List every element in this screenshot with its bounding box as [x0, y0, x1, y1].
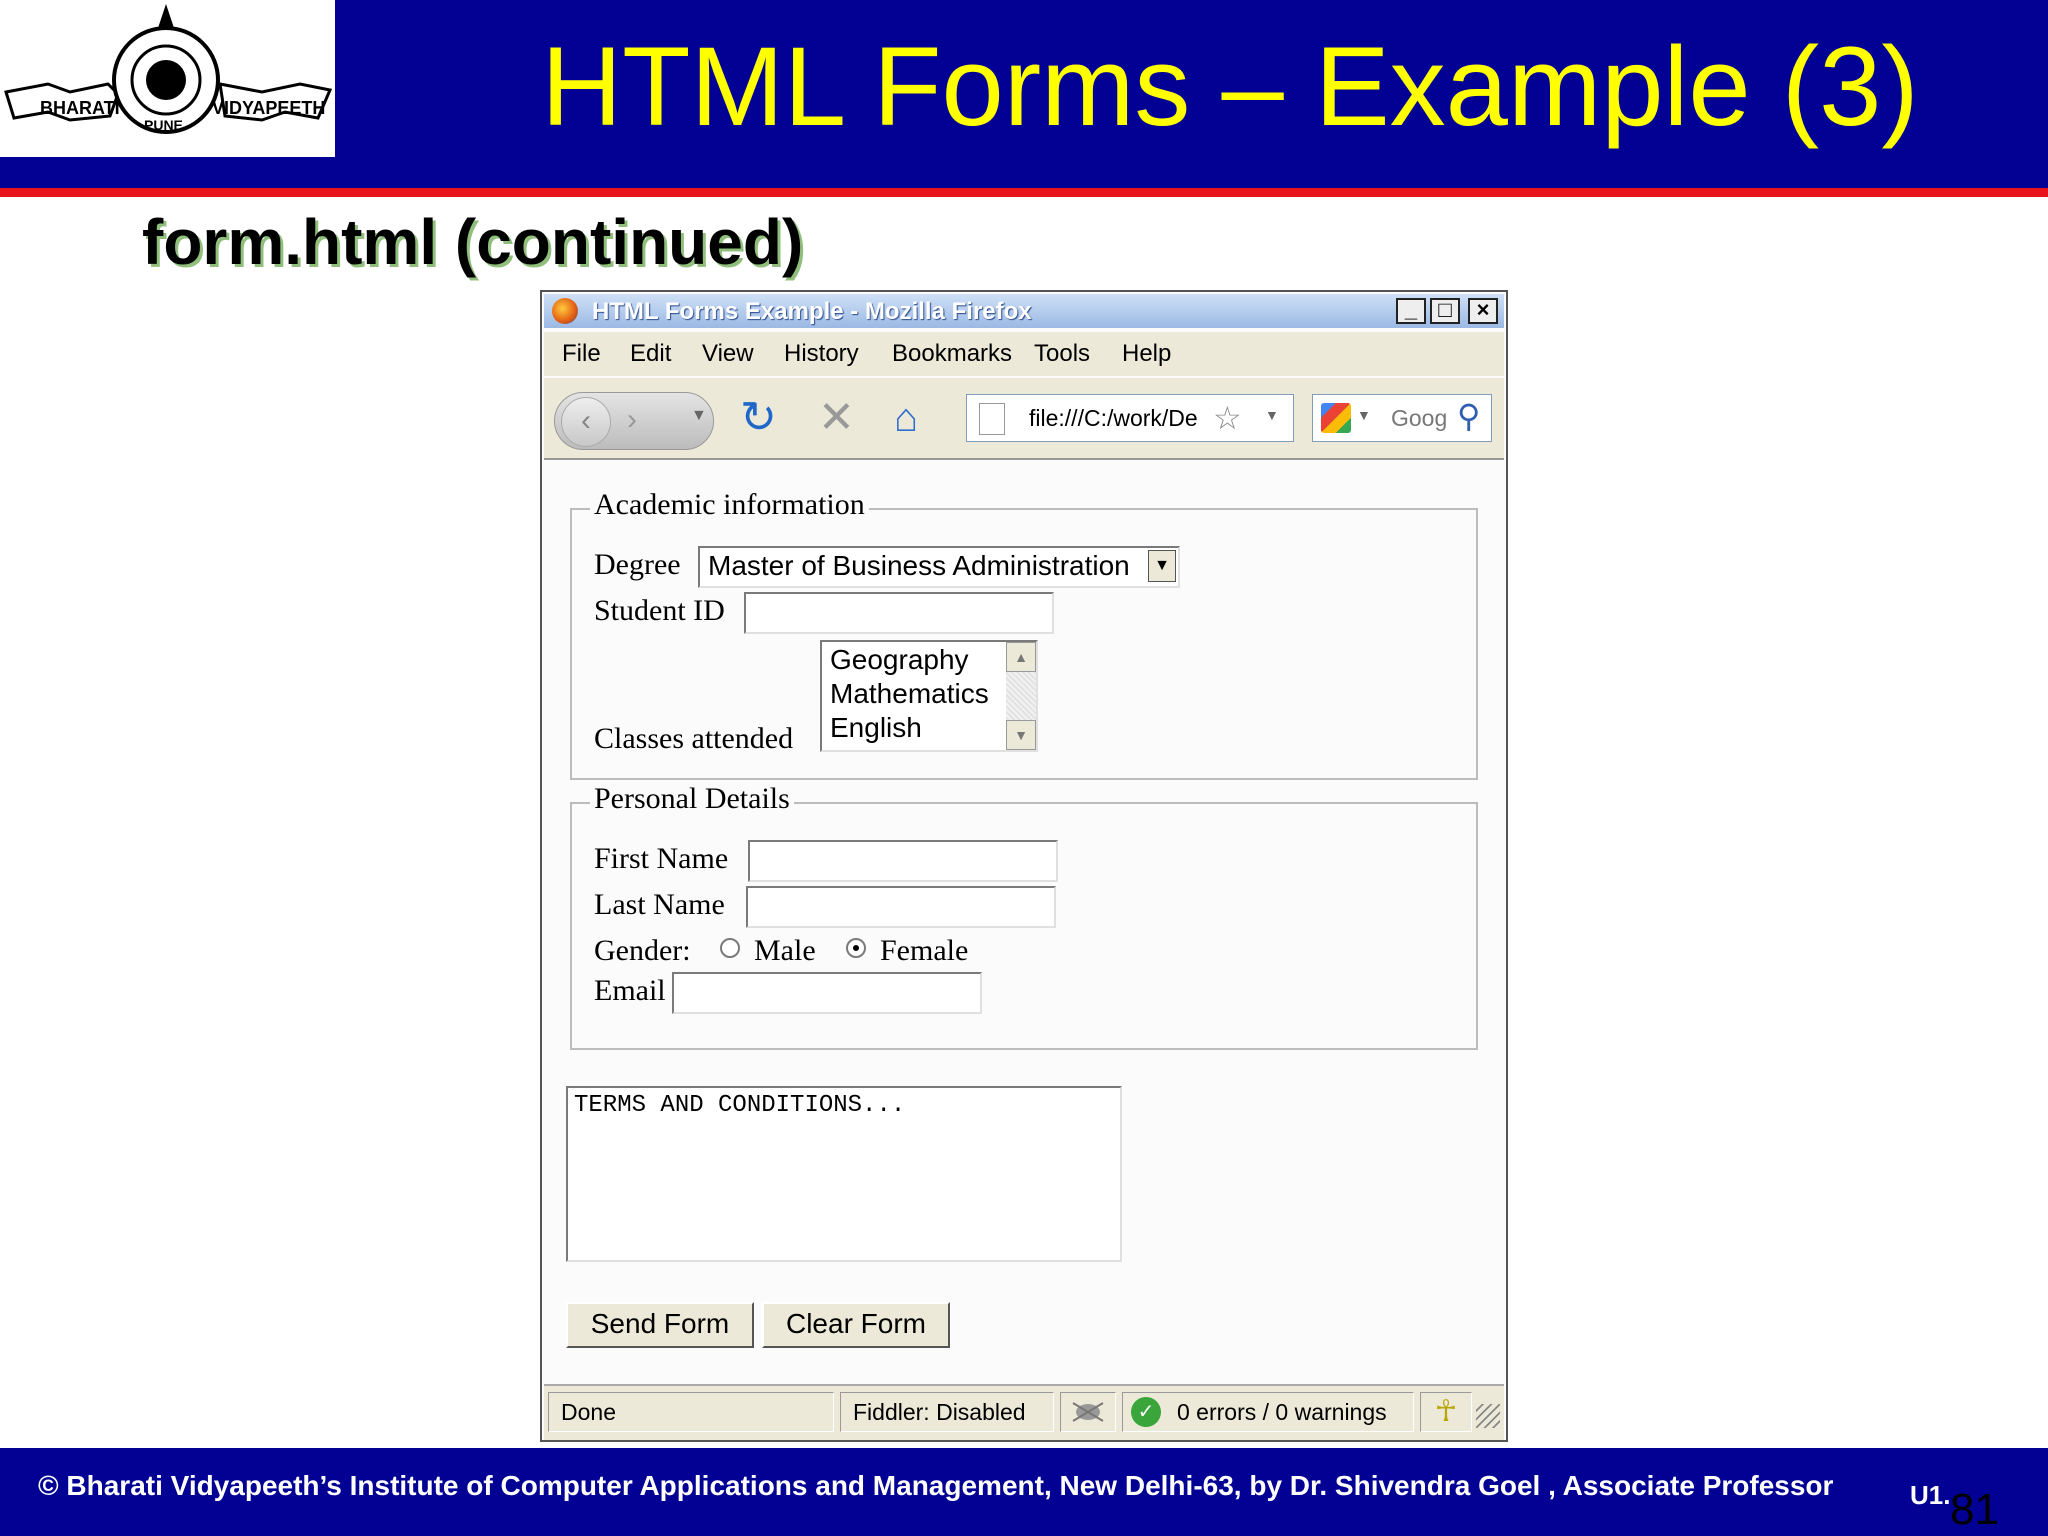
degree-value: Master of Business Administration: [708, 550, 1130, 581]
menu-bar: File Edit View History Bookmarks Tools H…: [544, 332, 1504, 376]
svg-text:VIDYAPEETH: VIDYAPEETH: [212, 98, 325, 118]
personal-legend: Personal Details: [590, 782, 794, 816]
window-titlebar[interactable]: HTML Forms Example - Mozilla Firefox _ □…: [544, 294, 1504, 328]
menu-file[interactable]: File: [562, 340, 601, 368]
slide-footer: © Bharati Vidyapeeth’s Institute of Comp…: [0, 1448, 2048, 1536]
terms-textarea[interactable]: TERMS AND CONDITIONS...: [566, 1086, 1122, 1262]
clear-form-button[interactable]: Clear Form: [762, 1302, 950, 1348]
menu-history[interactable]: History: [784, 340, 859, 368]
gender-label: Gender:: [594, 934, 691, 967]
page-icon: [979, 403, 1005, 435]
email-input[interactable]: [672, 972, 982, 1014]
menu-view[interactable]: View: [702, 340, 754, 368]
forward-arrow-icon[interactable]: ›: [627, 403, 637, 437]
first-name-label: First Name: [594, 842, 729, 875]
status-errors[interactable]: ✓ 0 errors / 0 warnings: [1122, 1392, 1414, 1432]
degree-label: Degree: [594, 548, 681, 581]
menu-help[interactable]: Help: [1122, 340, 1171, 368]
gender-female-label: Female: [880, 934, 969, 967]
address-bar[interactable]: file:///C:/work/De ☆ ▼: [966, 394, 1294, 442]
ankh-icon[interactable]: ☥: [1420, 1392, 1472, 1432]
gender-male-label: Male: [754, 934, 816, 967]
slide-title: HTML Forms – Example (3): [541, 24, 1919, 149]
scroll-down-icon[interactable]: ▼: [1006, 720, 1036, 750]
footer-page-label: U1.: [1910, 1480, 1951, 1510]
home-icon[interactable]: ⌂: [894, 394, 918, 442]
gender-male-radio[interactable]: [720, 938, 740, 958]
menu-tools[interactable]: Tools: [1034, 340, 1090, 368]
back-arrow-icon[interactable]: ‹: [561, 397, 611, 447]
firebug-bug-icon[interactable]: [1060, 1392, 1116, 1432]
list-option[interactable]: English: [830, 712, 922, 744]
maximize-button[interactable]: □: [1430, 298, 1460, 324]
window-title: HTML Forms Example - Mozilla Firefox: [592, 298, 1032, 325]
menu-edit[interactable]: Edit: [630, 340, 671, 368]
svg-text:PUNE: PUNE: [144, 117, 183, 133]
page-content: Academic information Degree Master of Bu…: [544, 460, 1504, 1380]
chevron-down-icon[interactable]: ▼: [1148, 550, 1176, 582]
slide-subtitle: form.html (continued): [142, 206, 804, 278]
svg-text:BHARATI: BHARATI: [40, 98, 120, 118]
browser-window: HTML Forms Example - Mozilla Firefox _ □…: [540, 290, 1508, 1442]
google-icon[interactable]: [1321, 403, 1351, 433]
search-placeholder: Goog: [1391, 405, 1448, 431]
resize-grip-icon[interactable]: [1476, 1404, 1500, 1428]
classes-listbox[interactable]: Geography Mathematics English ▲ ▼: [820, 640, 1038, 752]
url-dropdown-icon[interactable]: ▼: [1265, 407, 1279, 423]
history-dropdown-icon[interactable]: ▼: [691, 407, 707, 425]
bookmark-star-icon[interactable]: ☆: [1213, 399, 1242, 437]
slide-number: 81: [1950, 1485, 1999, 1534]
institution-logo: BHARATI VIDYAPEETH PUNE: [0, 0, 335, 157]
first-name-input[interactable]: [748, 840, 1058, 882]
student-id-label: Student ID: [594, 594, 725, 627]
minimize-button[interactable]: _: [1396, 298, 1426, 324]
list-option[interactable]: Geography: [830, 644, 969, 676]
back-forward-group: ‹ › ▼: [554, 392, 714, 450]
email-label: Email: [594, 974, 666, 1007]
search-icon[interactable]: ⚲: [1457, 397, 1480, 435]
reload-icon[interactable]: ↻: [740, 394, 777, 442]
close-button[interactable]: ×: [1468, 298, 1498, 324]
header-divider: [0, 188, 2048, 197]
gender-female-radio[interactable]: [846, 938, 866, 958]
firefox-icon: [552, 298, 578, 324]
status-bar: Done Fiddler: Disabled ✓ 0 errors / 0 wa…: [544, 1384, 1504, 1440]
search-engine-dropdown-icon[interactable]: ▼: [1357, 407, 1371, 423]
send-form-button[interactable]: Send Form: [566, 1302, 754, 1348]
personal-fieldset: Personal Details First Name Last Name Ge…: [570, 782, 1478, 1050]
address-text: file:///C:/work/De: [1029, 405, 1198, 431]
search-bar[interactable]: ▼ Goog ⚲: [1312, 394, 1492, 442]
list-option[interactable]: Mathematics: [830, 678, 989, 710]
listbox-scrollbar[interactable]: ▲ ▼: [1006, 642, 1036, 750]
errors-text: 0 errors / 0 warnings: [1177, 1399, 1387, 1425]
status-done: Done: [548, 1392, 834, 1432]
status-fiddler[interactable]: Fiddler: Disabled: [840, 1392, 1054, 1432]
academic-legend: Academic information: [590, 488, 869, 522]
last-name-label: Last Name: [594, 888, 725, 921]
last-name-input[interactable]: [746, 886, 1056, 928]
navigation-toolbar: ‹ › ▼ ↻ ✕ ⌂ file:///C:/work/De ☆ ▼ ▼ Goo…: [544, 378, 1504, 460]
menu-bookmarks[interactable]: Bookmarks: [892, 340, 1012, 368]
scroll-up-icon[interactable]: ▲: [1006, 642, 1036, 672]
footer-credit: © Bharati Vidyapeeth’s Institute of Comp…: [38, 1470, 1834, 1501]
degree-select[interactable]: Master of Business Administration ▼: [698, 546, 1180, 588]
slide-header: BHARATI VIDYAPEETH PUNE HTML Forms – Exa…: [0, 0, 2048, 190]
classes-label: Classes attended: [594, 722, 794, 755]
stop-icon[interactable]: ✕: [818, 394, 855, 442]
academic-fieldset: Academic information Degree Master of Bu…: [570, 488, 1478, 780]
checkmark-icon: ✓: [1131, 1397, 1161, 1427]
student-id-input[interactable]: [744, 592, 1054, 634]
